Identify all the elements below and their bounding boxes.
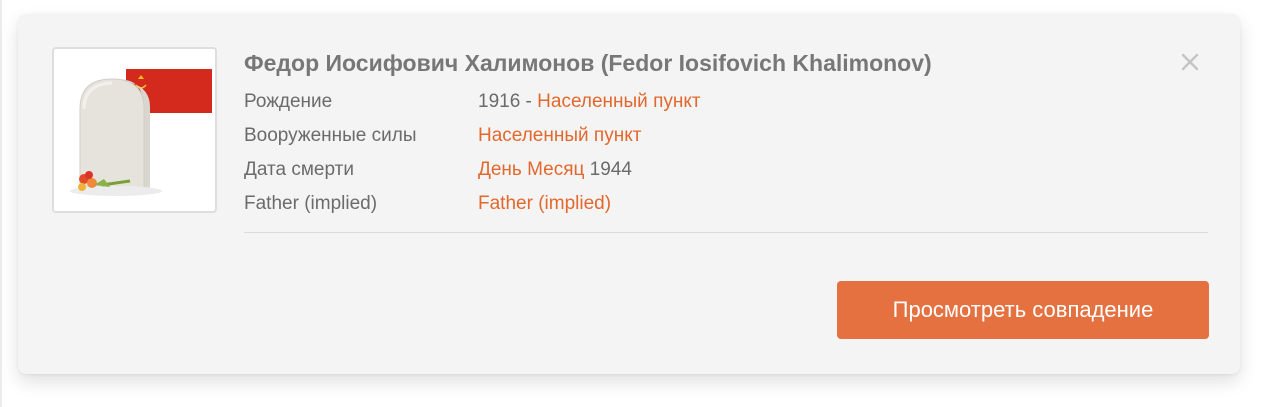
- record-details: Рождение 1916 - Населенный пункт Вооруже…: [244, 85, 701, 221]
- detail-value: Father (implied): [478, 193, 611, 215]
- detail-value-prefix: 1916 -: [478, 91, 538, 112]
- view-match-button[interactable]: Просмотреть совпадение: [837, 281, 1209, 339]
- record-match-card: Федор Иосифович Халимонов (Fedor Iosifov…: [18, 14, 1240, 374]
- detail-value: День Месяц 1944: [478, 159, 632, 181]
- detail-label: Father (implied): [244, 193, 378, 214]
- birth-place-link[interactable]: Населенный пункт: [537, 91, 700, 112]
- detail-row-military: Вооруженные силы Населенный пункт: [244, 119, 701, 153]
- detail-row-birth: Рождение 1916 - Населенный пункт: [244, 85, 701, 119]
- father-link[interactable]: Father (implied): [478, 193, 611, 214]
- detail-value: Населенный пункт: [478, 125, 641, 147]
- death-date-link[interactable]: День Месяц: [478, 159, 584, 180]
- record-title: Федор Иосифович Халимонов (Fedor Iosifov…: [244, 50, 932, 76]
- detail-label: Дата смерти: [244, 159, 354, 180]
- detail-label: Рождение: [244, 91, 333, 112]
- detail-row-death: Дата смерти День Месяц 1944: [244, 153, 701, 187]
- gravestone-with-soviet-flag-icon: [70, 69, 212, 196]
- detail-label: Вооруженные силы: [244, 125, 417, 146]
- close-button[interactable]: [1176, 48, 1204, 76]
- military-place-link[interactable]: Населенный пункт: [478, 125, 641, 146]
- detail-value-suffix: 1944: [584, 159, 632, 180]
- close-icon: [1181, 53, 1199, 71]
- detail-value: 1916 - Населенный пункт: [478, 91, 701, 113]
- detail-row-father: Father (implied) Father (implied): [244, 187, 701, 221]
- page-left-rule: [0, 0, 2, 407]
- record-thumbnail: [52, 47, 217, 213]
- divider: [244, 232, 1208, 233]
